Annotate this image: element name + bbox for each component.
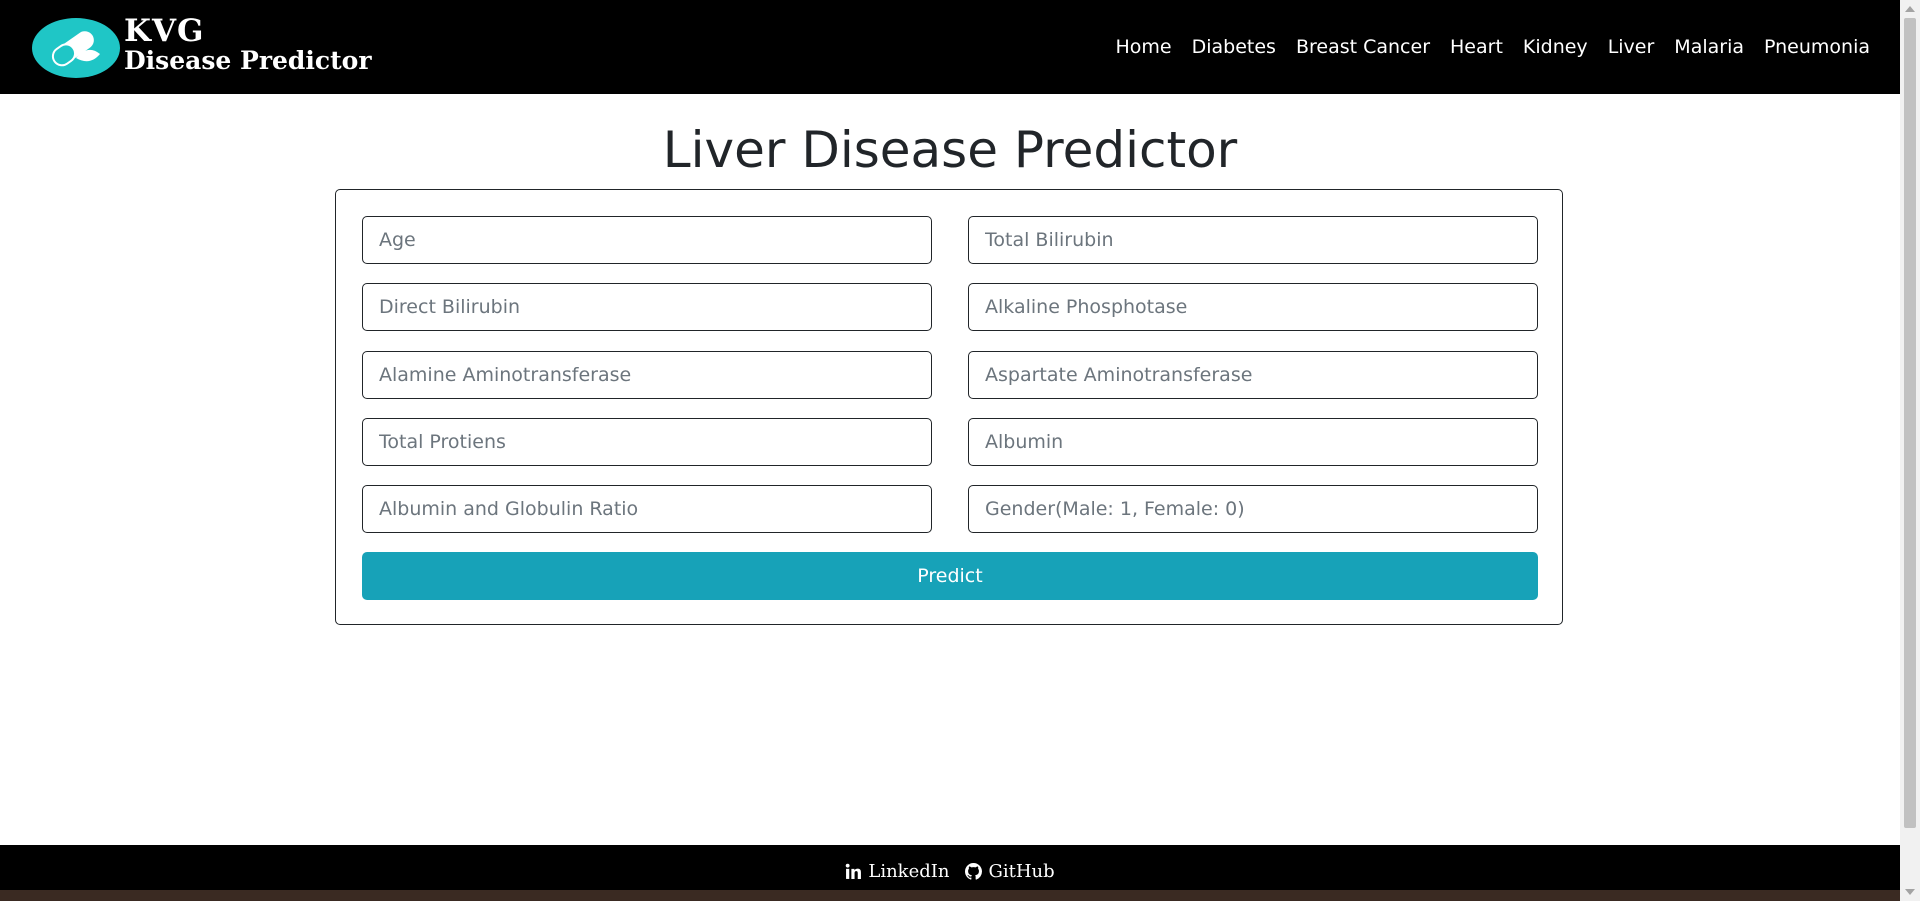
nav-item-malaria[interactable]: Malaria bbox=[1674, 36, 1744, 58]
scroll-up-arrow-icon[interactable] bbox=[1905, 6, 1915, 12]
albumin-globulin-ratio-input[interactable] bbox=[362, 485, 932, 533]
nav-item-diabetes[interactable]: Diabetes bbox=[1192, 36, 1276, 58]
github-label: GitHub bbox=[988, 861, 1055, 882]
predict-button[interactable]: Predict bbox=[362, 552, 1538, 600]
page-scrollbar[interactable] bbox=[1900, 0, 1920, 901]
aspartate-aminotransferase-input[interactable] bbox=[968, 351, 1538, 399]
total-protiens-input[interactable] bbox=[362, 418, 932, 466]
navbar: KVG Disease Predictor Home Diabetes Brea… bbox=[0, 0, 1900, 94]
direct-bilirubin-input[interactable] bbox=[362, 283, 932, 331]
brand-tagline: Disease Predictor bbox=[124, 46, 372, 75]
nav-item-liver[interactable]: Liver bbox=[1608, 36, 1655, 58]
alamine-aminotransferase-input[interactable] bbox=[362, 351, 932, 399]
alkaline-phosphotase-input[interactable] bbox=[968, 283, 1538, 331]
linkedin-label: LinkedIn bbox=[868, 861, 950, 882]
total-bilirubin-input[interactable] bbox=[968, 216, 1538, 264]
gender-input[interactable] bbox=[968, 485, 1538, 533]
linkedin-link[interactable]: LinkedIn bbox=[845, 861, 949, 882]
main-nav: Home Diabetes Breast Cancer Heart Kidney… bbox=[1116, 0, 1871, 94]
brand-name: KVG bbox=[124, 13, 205, 49]
linkedin-icon bbox=[846, 863, 862, 879]
albumin-input[interactable] bbox=[968, 418, 1538, 466]
os-taskbar bbox=[0, 890, 1900, 901]
scroll-thumb[interactable] bbox=[1904, 18, 1916, 828]
nav-item-kidney[interactable]: Kidney bbox=[1523, 36, 1588, 58]
liver-predict-form: Predict bbox=[335, 189, 1563, 625]
github-icon bbox=[965, 863, 983, 880]
nav-item-home[interactable]: Home bbox=[1116, 36, 1172, 58]
github-link[interactable]: GitHub bbox=[965, 861, 1055, 882]
nav-item-pneumonia[interactable]: Pneumonia bbox=[1764, 36, 1870, 58]
age-input[interactable] bbox=[362, 216, 932, 264]
footer-links: LinkedIn GitHub bbox=[0, 861, 1900, 882]
nav-item-heart[interactable]: Heart bbox=[1450, 36, 1503, 58]
pill-logo-icon bbox=[32, 18, 120, 78]
page: KVG Disease Predictor Home Diabetes Brea… bbox=[0, 0, 1900, 901]
page-title: Liver Disease Predictor bbox=[662, 121, 1238, 179]
brand-logo-link[interactable]: KVG Disease Predictor bbox=[32, 13, 372, 80]
nav-item-breast-cancer[interactable]: Breast Cancer bbox=[1296, 36, 1430, 58]
scroll-down-arrow-icon[interactable] bbox=[1905, 889, 1915, 895]
